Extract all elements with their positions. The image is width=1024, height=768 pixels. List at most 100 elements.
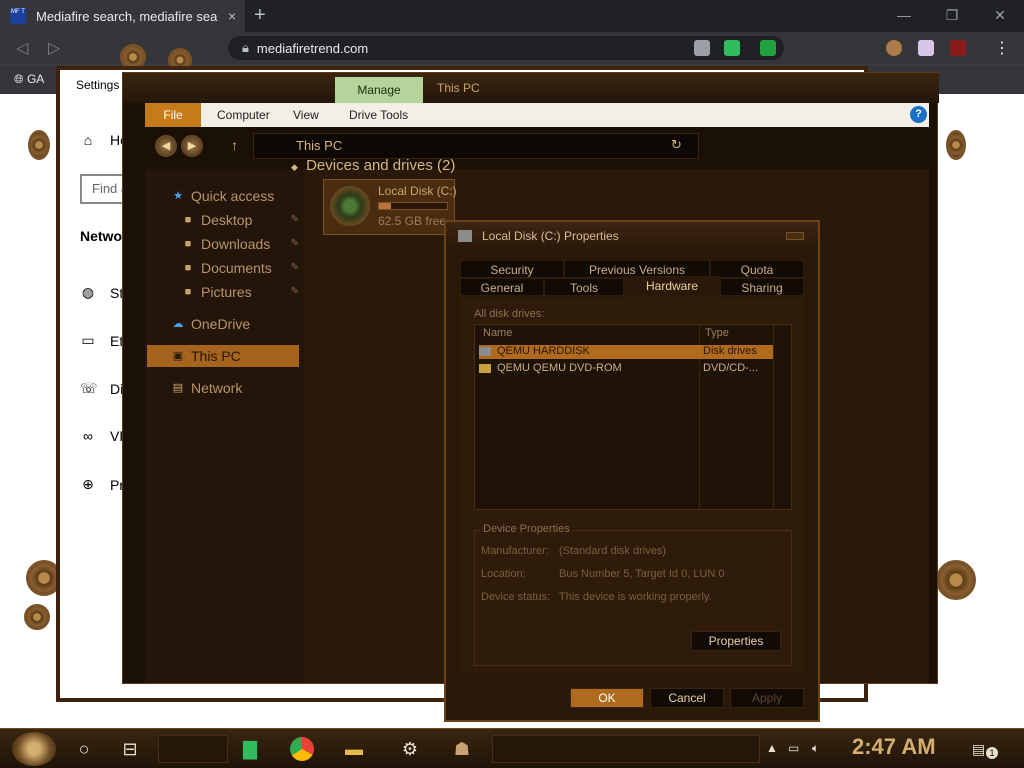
ok-button[interactable]: OK	[570, 688, 644, 708]
sidebar-item-onedrive[interactable]: ☁ OneDrive	[145, 313, 305, 335]
table-row[interactable]: QEMU HARDDISK Disk drives	[479, 345, 773, 359]
folder-icon: ■	[184, 262, 192, 274]
table-row[interactable]: QEMU QEMU DVD-ROM DVD/CD-...	[479, 362, 773, 376]
tab-tools[interactable]: Tools	[544, 278, 624, 296]
device-name: QEMU QEMU DVD-ROM	[497, 362, 622, 374]
apply-button[interactable]: Apply	[730, 688, 804, 708]
navigation-pane: ★ Quick access ■ Desktop ✎ ■ Downloads ✎…	[145, 169, 305, 683]
browser-menu-icon[interactable]: ⋮	[994, 38, 1010, 58]
settings-nav-home[interactable]: ⌂ Ho	[80, 132, 128, 148]
start-button[interactable]	[12, 732, 56, 766]
chrome-icon[interactable]	[290, 737, 314, 761]
close-window-button[interactable]: ✕	[976, 0, 1024, 32]
explorer-title: This PC	[437, 81, 480, 95]
flag-extension-icon[interactable]	[918, 40, 934, 56]
column-header-name[interactable]: Name	[483, 327, 512, 339]
tab-drive-tools[interactable]: Drive Tools	[337, 103, 420, 127]
pin-icon: ✎	[290, 214, 299, 225]
column-separator	[773, 325, 774, 509]
gear-decoration-icon	[946, 130, 966, 160]
expand-icon: ◆	[291, 162, 298, 172]
device-type: DVD/CD-...	[703, 362, 758, 374]
action-center-icon[interactable]: ▤	[972, 741, 985, 758]
sidebar-item-label: OneDrive	[191, 316, 251, 332]
hardware-panel: All disk drives: Name Type QEMU HARDDISK…	[460, 298, 804, 672]
sidebar-item-network[interactable]: ▤ Network	[145, 377, 305, 399]
tab-file[interactable]: File	[145, 103, 201, 127]
volume-muted-icon[interactable]: 🔈︎	[812, 741, 819, 756]
globe-icon: ◍	[81, 284, 95, 300]
sidebar-item-downloads[interactable]: ■ Downloads ✎	[145, 233, 305, 255]
tab-view[interactable]: View	[281, 103, 331, 127]
ublock-extension-icon[interactable]	[950, 40, 966, 56]
settings-gear-icon[interactable]: ⚙	[398, 737, 422, 761]
device-properties-button[interactable]: Properties	[691, 631, 781, 651]
task-view-icon[interactable]: ⊟	[118, 737, 142, 761]
manage-tab[interactable]: Manage	[335, 77, 423, 103]
location-label: Location:	[481, 568, 526, 580]
drive-icon	[330, 186, 370, 226]
restore-button[interactable]: ❐	[928, 0, 976, 32]
folder-icon: ■	[184, 214, 192, 226]
pin-icon: ✎	[290, 286, 299, 297]
drive-tile-c[interactable]: Local Disk (C:) 62.5 GB free	[323, 179, 457, 235]
all-disk-drives-label: All disk drives:	[474, 308, 545, 320]
close-dialog-button[interactable]	[786, 232, 804, 240]
shield-extension-icon[interactable]	[760, 40, 776, 56]
forward-arrow-icon[interactable]: ▷	[48, 38, 60, 58]
tab-hardware[interactable]: Hardware	[624, 276, 720, 298]
column-header-type[interactable]: Type	[705, 327, 729, 339]
pin-icon: ✎	[290, 238, 299, 249]
app-icon[interactable]: ☗	[450, 737, 474, 761]
explorer-address-bar[interactable]: This PC	[253, 133, 699, 159]
computer-icon: ▣	[172, 350, 184, 362]
dvd-drive-icon	[479, 364, 491, 373]
ethernet-icon: ▭	[81, 332, 95, 348]
up-arrow-icon[interactable]: ↑	[231, 137, 238, 153]
folder-icon: ■	[184, 286, 192, 298]
sidebar-item-documents[interactable]: ■ Documents ✎	[145, 257, 305, 279]
help-icon[interactable]: ?	[910, 106, 927, 123]
bookmark-item[interactable]: 🌐︎ GA	[14, 72, 44, 87]
drive-name: Local Disk (C:)	[378, 184, 457, 198]
disk-drives-list[interactable]: Name Type QEMU HARDDISK Disk drives QEMU…	[474, 324, 792, 510]
manufacturer-label: Manufacturer:	[481, 545, 549, 557]
refresh-icon[interactable]: ↻	[671, 137, 682, 153]
tab-quota[interactable]: Quota	[710, 260, 804, 278]
chat-app-icon[interactable]: ▇	[238, 737, 262, 761]
drive-small-icon	[458, 230, 472, 242]
avatar-extension-icon[interactable]	[886, 40, 902, 56]
back-arrow-icon[interactable]: ◀	[155, 135, 177, 157]
tray-expand-icon[interactable]: ▲	[766, 741, 778, 755]
sidebar-item-pictures[interactable]: ■ Pictures ✎	[145, 281, 305, 303]
gear-decoration-icon	[28, 130, 50, 160]
lock-icon: 🔒︎	[242, 40, 249, 55]
tab-general[interactable]: General	[460, 278, 544, 296]
back-arrow-icon[interactable]: ◁	[16, 38, 28, 58]
devices-section-title[interactable]: ◆ Devices and drives (2)	[291, 157, 455, 174]
gear-decoration-icon	[24, 604, 50, 630]
harddisk-icon	[479, 347, 491, 356]
new-tab-button[interactable]: +	[254, 4, 266, 27]
pin-icon: ✎	[290, 262, 299, 273]
sidebar-item-desktop[interactable]: ■ Desktop ✎	[145, 209, 305, 231]
chat-extension-icon[interactable]	[724, 40, 740, 56]
tab-computer[interactable]: Computer	[205, 103, 282, 127]
extension-icon[interactable]	[694, 40, 710, 56]
forward-arrow-icon[interactable]: ▶	[181, 135, 203, 157]
taskbar-clock[interactable]: 2:47 AM	[852, 734, 936, 760]
browser-tab-strip: MF T Mediafire search, mediafire sea × +…	[0, 0, 1024, 32]
taskbar-groove	[492, 735, 760, 763]
device-properties-title: Device Properties	[481, 523, 572, 535]
network-tray-icon[interactable]: ▭	[788, 741, 799, 755]
tab-sharing[interactable]: Sharing	[720, 278, 804, 296]
tab-close-icon[interactable]: ×	[228, 8, 236, 24]
sidebar-item-this-pc[interactable]: ▣ This PC	[147, 345, 299, 367]
sidebar-item-quick-access[interactable]: ★ Quick access	[145, 185, 305, 207]
file-explorer-icon[interactable]: ▬	[342, 737, 366, 761]
minimize-button[interactable]: —	[880, 0, 928, 32]
tab-security[interactable]: Security	[460, 260, 564, 278]
cancel-button[interactable]: Cancel	[650, 688, 724, 708]
browser-tab[interactable]: MF T Mediafire search, mediafire sea ×	[0, 0, 245, 32]
cortana-circle-icon[interactable]: ○	[72, 737, 96, 761]
